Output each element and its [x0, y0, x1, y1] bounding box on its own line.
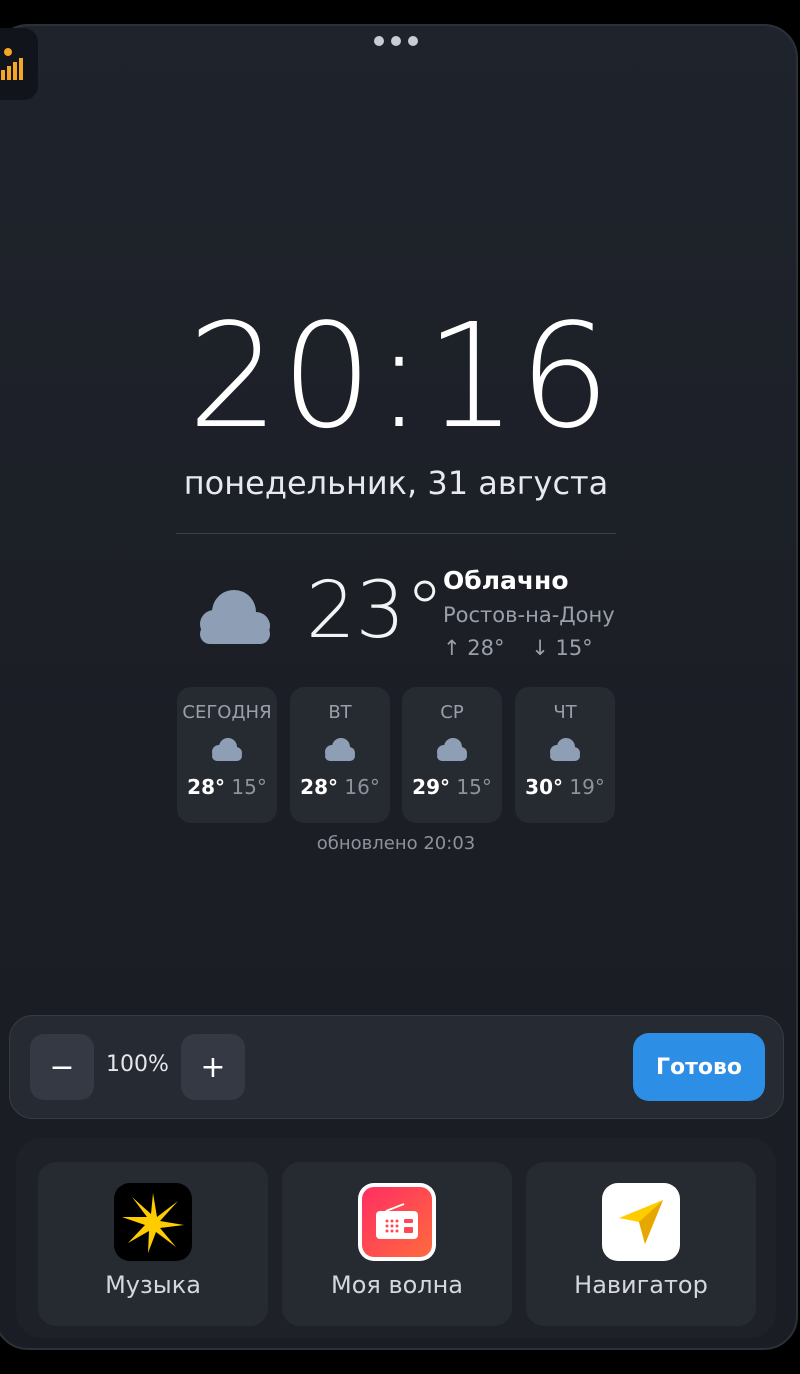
- app-dock: Музыка Моя волна Навигатор: [16, 1138, 776, 1338]
- weather-signal-app-icon: [1, 48, 23, 80]
- navigator-arrow-icon: [602, 1183, 680, 1261]
- zoom-value: 100%: [106, 1052, 169, 1077]
- app-tile-my-wave[interactable]: Моя волна: [282, 1162, 512, 1326]
- forecast-high: 29°: [412, 775, 451, 799]
- app-label: Моя волна: [330, 1271, 464, 1299]
- zoom-controls: − 100% + Готово: [9, 1015, 784, 1119]
- weather-city: Ростов-на-Дону: [443, 603, 615, 627]
- forecast-day-label: СР: [440, 702, 464, 723]
- radio-icon: [358, 1183, 436, 1261]
- zoom-in-button[interactable]: +: [181, 1034, 245, 1100]
- forecast-day-label: СЕГОДНЯ: [182, 702, 272, 723]
- divider: [176, 533, 616, 534]
- forecast-high: 28°: [187, 775, 226, 799]
- forecast-low: 15°: [231, 775, 267, 799]
- cloud-icon: [550, 738, 580, 761]
- done-button[interactable]: Готово: [633, 1033, 765, 1101]
- forecast-day-label: ВТ: [328, 702, 352, 723]
- forecast-day[interactable]: СР 29° 15°: [402, 687, 502, 823]
- forecast-day-label: ЧТ: [553, 702, 577, 723]
- cloud-icon: [212, 738, 242, 761]
- clock-time: 20:16: [187, 292, 613, 460]
- app-tile-music[interactable]: Музыка: [38, 1162, 268, 1326]
- cloud-icon: [325, 738, 355, 761]
- cloud-icon: [437, 738, 467, 761]
- forecast-high: 28°: [300, 775, 339, 799]
- forecast-day[interactable]: ЧТ 30° 19°: [515, 687, 615, 823]
- high-temp: ↑ 28°: [443, 636, 505, 660]
- updated-timestamp: обновлено 20:03: [316, 833, 476, 854]
- forecast-day[interactable]: СЕГОДНЯ 28° 15°: [177, 687, 277, 823]
- app-label: Музыка: [105, 1271, 201, 1299]
- forecast-day[interactable]: ВТ 28° 16°: [290, 687, 390, 823]
- forecast-low: 19°: [569, 775, 605, 799]
- three-dots-icon[interactable]: [374, 36, 418, 46]
- app-label: Навигатор: [574, 1271, 708, 1299]
- high-low-temps: ↑ 28° ↓ 15°: [443, 636, 613, 660]
- current-temperature: 23°: [306, 566, 445, 656]
- cloud-icon: [200, 590, 270, 644]
- app-tile-navigator[interactable]: Навигатор: [526, 1162, 756, 1326]
- forecast-low: 16°: [344, 775, 380, 799]
- weather-condition: Облачно: [443, 566, 569, 595]
- clock-date: понедельник, 31 августа: [183, 464, 609, 502]
- forecast-high: 30°: [525, 775, 564, 799]
- low-temp: ↓ 15°: [531, 636, 593, 660]
- zoom-out-button[interactable]: −: [30, 1034, 94, 1100]
- forecast-low: 15°: [456, 775, 492, 799]
- corner-app-shortcut[interactable]: [0, 28, 38, 100]
- yandex-music-icon: [114, 1183, 192, 1261]
